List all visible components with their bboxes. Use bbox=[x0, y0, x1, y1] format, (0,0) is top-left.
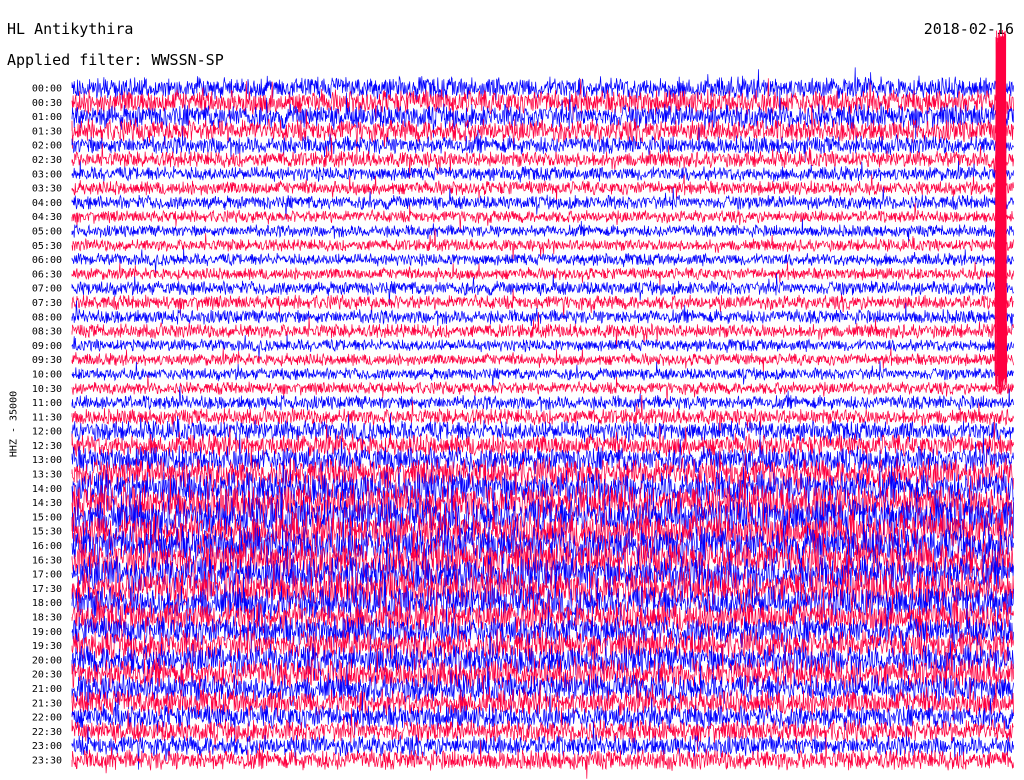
y-tick-label: 09:30 bbox=[32, 355, 62, 366]
y-tick-label: 08:30 bbox=[32, 327, 62, 338]
y-tick-label: 13:00 bbox=[32, 455, 62, 466]
y-tick-label: 22:30 bbox=[32, 727, 62, 738]
trace-row bbox=[71, 272, 1014, 306]
y-tick-label: 15:00 bbox=[32, 512, 62, 523]
y-tick-label: 02:00 bbox=[32, 141, 62, 152]
y-tick-label: 12:30 bbox=[32, 441, 62, 452]
y-tick-label: 19:30 bbox=[32, 641, 62, 652]
y-tick-label: 12:00 bbox=[32, 427, 62, 438]
y-tick-label: 01:30 bbox=[32, 126, 62, 137]
y-tick-label: 00:00 bbox=[32, 84, 62, 95]
trace-row bbox=[71, 386, 1014, 412]
y-tick-label: 07:00 bbox=[32, 284, 62, 295]
y-tick-label: 10:30 bbox=[32, 384, 62, 395]
y-tick-label: 15:30 bbox=[32, 527, 62, 538]
y-tick-label: 11:00 bbox=[32, 398, 62, 409]
y-tick-label: 02:30 bbox=[32, 155, 62, 166]
y-tick-label: 17:00 bbox=[32, 570, 62, 581]
y-tick-label: 03:00 bbox=[32, 169, 62, 180]
y-tick-label: 20:30 bbox=[32, 670, 62, 681]
trace-row bbox=[71, 160, 1014, 183]
y-tick-label: 08:00 bbox=[32, 312, 62, 323]
y-tick-label: 10:00 bbox=[32, 369, 62, 380]
trace-row bbox=[71, 375, 1014, 403]
y-tick-label: 16:30 bbox=[32, 555, 62, 566]
y-tick-label: 04:00 bbox=[32, 198, 62, 209]
trace-row bbox=[71, 334, 1014, 359]
y-tick-label: 06:00 bbox=[32, 255, 62, 266]
y-tick-label: 20:00 bbox=[32, 655, 62, 666]
trace-row bbox=[71, 261, 1014, 287]
trace-layer bbox=[71, 29, 1014, 779]
y-tick-label: 13:30 bbox=[32, 470, 62, 481]
y-tick-label: 19:00 bbox=[32, 627, 62, 638]
y-tick-label: 11:30 bbox=[32, 412, 62, 423]
event-spike bbox=[994, 29, 1008, 395]
seismogram-plot: 00:00 00:30 01:00 01:30 02:00 02:30 03:00 03:30… bbox=[32, 29, 1014, 779]
y-tick-label: 00:30 bbox=[32, 98, 62, 109]
y-tick-label: 03:30 bbox=[32, 184, 62, 195]
y-tick-label: 06:30 bbox=[32, 269, 62, 280]
y-tick-label: 18:30 bbox=[32, 613, 62, 624]
y-tick-label: 05:30 bbox=[32, 241, 62, 252]
trace-row bbox=[71, 248, 1014, 273]
y-tick-label: 17:30 bbox=[32, 584, 62, 595]
y-tick-label: 23:00 bbox=[32, 741, 62, 752]
y-tick-label: 14:30 bbox=[32, 498, 62, 509]
y-tick-label: 05:00 bbox=[32, 226, 62, 237]
y-tick-label: 01:00 bbox=[32, 112, 62, 123]
y-tick-label: 18:00 bbox=[32, 598, 62, 609]
trace-row bbox=[71, 202, 1014, 232]
y-tick-label: 04:30 bbox=[32, 212, 62, 223]
trace-row bbox=[71, 219, 1014, 243]
y-tick-label: 14:00 bbox=[32, 484, 62, 495]
y-tick-label: 09:00 bbox=[32, 341, 62, 352]
y-tick-label: 16:00 bbox=[32, 541, 62, 552]
tick-layer: 00:00 00:30 01:00 01:30 02:00 02:30 03:00 03:30… bbox=[32, 84, 62, 767]
y-tick-label: 21:00 bbox=[32, 684, 62, 695]
y-tick-label: 07:30 bbox=[32, 298, 62, 309]
y-tick-label: 21:30 bbox=[32, 698, 62, 709]
trace-row bbox=[71, 361, 1014, 389]
y-tick-label: 22:00 bbox=[32, 713, 62, 724]
y-tick-label: 23:30 bbox=[32, 756, 62, 767]
